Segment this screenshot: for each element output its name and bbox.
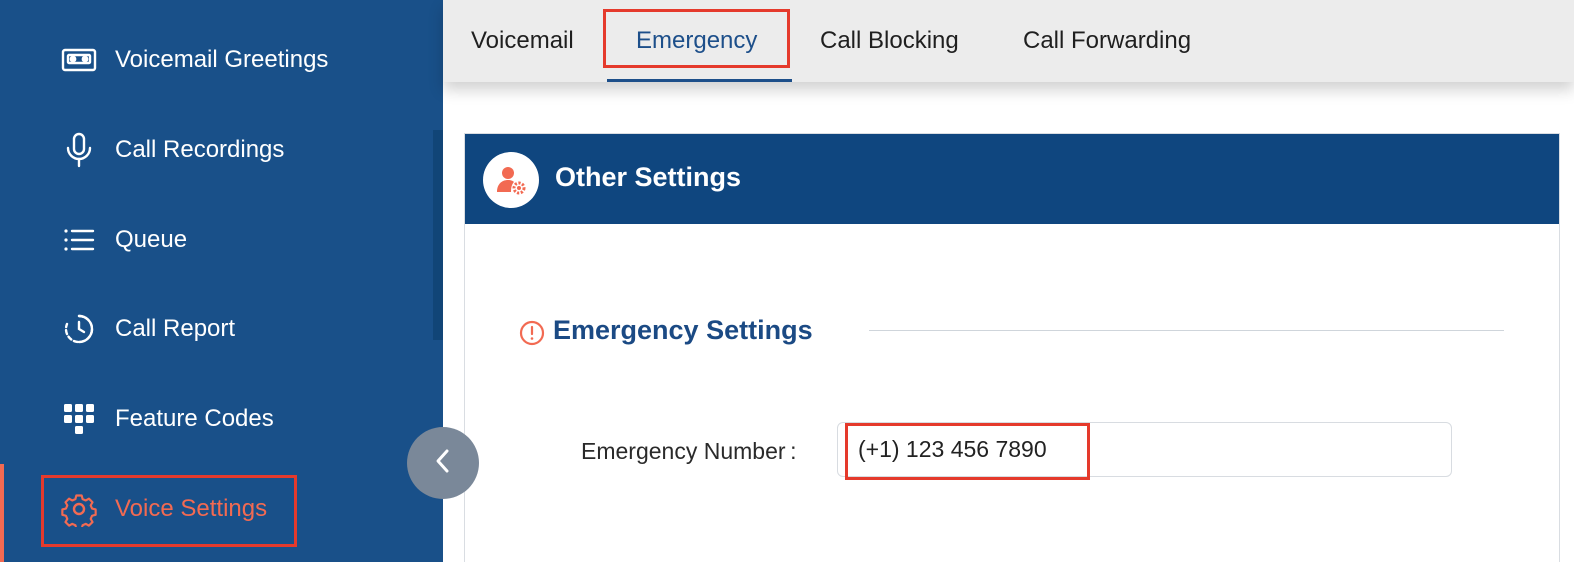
highlight-box xyxy=(603,9,790,68)
sidebar-item-queue[interactable]: Queue xyxy=(0,195,433,285)
highlight-box xyxy=(845,423,1090,480)
microphone-icon xyxy=(60,131,98,169)
keypad-icon xyxy=(60,400,98,438)
sidebar-item-call-report[interactable]: Call Report xyxy=(0,284,433,374)
active-tab-underline xyxy=(607,79,792,82)
sidebar-scrollbar[interactable] xyxy=(433,130,443,340)
tab-call-blocking[interactable]: Call Blocking xyxy=(820,0,959,82)
other-settings-card: Other Settings xyxy=(464,133,1560,562)
sidebar-item-feature-codes[interactable]: Feature Codes xyxy=(0,374,433,464)
sidebar-item-voicemail-greetings[interactable]: Voicemail Greetings xyxy=(0,15,433,105)
highlight-box xyxy=(41,475,297,547)
tab-voicemail[interactable]: Voicemail xyxy=(471,0,574,82)
chevron-left-icon xyxy=(434,448,452,479)
sidebar-item-label: Call Report xyxy=(115,315,236,342)
clock-history-icon xyxy=(60,310,98,348)
tab-call-forwarding[interactable]: Call Forwarding xyxy=(1023,0,1191,82)
sidebar: Voicemail Greetings Call Recordings Queu… xyxy=(0,0,443,562)
sidebar-item-call-recordings[interactable]: Call Recordings xyxy=(0,105,433,195)
divider xyxy=(869,330,1504,331)
collapse-sidebar-button[interactable] xyxy=(407,427,479,499)
sidebar-item-label: Feature Codes xyxy=(115,405,274,432)
section-title: Emergency Settings xyxy=(553,315,813,345)
sidebar-item-label: Queue xyxy=(115,226,188,253)
card-title: Other Settings xyxy=(555,162,742,192)
cassette-icon xyxy=(60,41,98,79)
user-settings-icon xyxy=(483,152,539,208)
emergency-number-label: Emergency Number : xyxy=(581,438,797,464)
list-icon xyxy=(60,221,98,259)
sidebar-item-label: Call Recordings xyxy=(115,136,285,163)
sidebar-item-label: Voicemail Greetings xyxy=(115,46,329,73)
alert-circle-icon xyxy=(519,320,545,346)
card-header: Other Settings xyxy=(465,134,1559,224)
